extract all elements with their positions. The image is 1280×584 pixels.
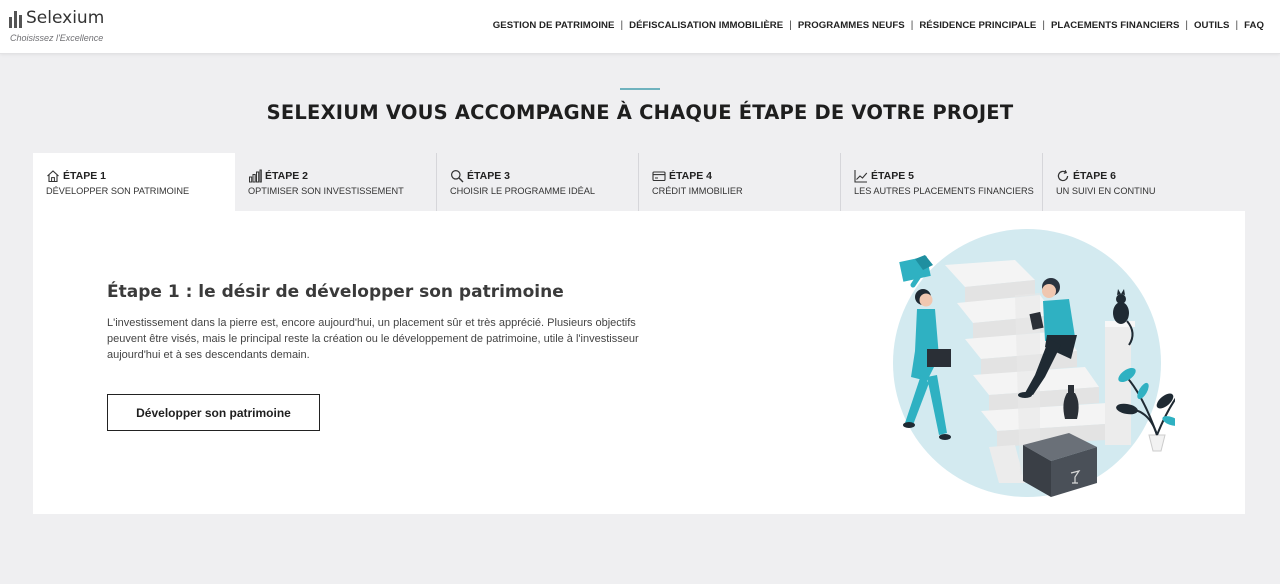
refresh-icon	[1057, 169, 1069, 182]
steps-tabs: ÉTAPE 1 DÉVELOPPER SON PATRIMOINE ÉTAPE …	[33, 153, 1245, 213]
tab-subtitle: DÉVELOPPER SON PATRIMOINE	[46, 186, 190, 196]
tab-etape-6[interactable]: ÉTAPE 6 UN SUIVI EN CONTINU	[1043, 153, 1245, 211]
developper-patrimoine-button[interactable]: Développer son patrimoine	[107, 394, 320, 431]
tab-etape-4[interactable]: ÉTAPE 4 CRÉDIT IMMOBILIER	[639, 153, 841, 211]
nav-separator: |	[789, 20, 792, 31]
step-content-panel: Étape 1 : le désir de développer son pat…	[33, 211, 1245, 514]
nav-separator: |	[910, 20, 914, 31]
step-description: L'investissement dans la pierre est, enc…	[107, 317, 639, 361]
tab-step-label: ÉTAPE 5	[871, 170, 914, 182]
tab-subtitle: LES AUTRES PLACEMENTS FINANCIERS	[854, 186, 1034, 196]
brand-name: Selexium	[26, 8, 105, 28]
nav-separator: |	[620, 20, 624, 31]
nav-item-residence-principale[interactable]: RÉSIDENCE PRINCIPALE	[919, 20, 1036, 31]
tab-etape-1[interactable]: ÉTAPE 1 DÉVELOPPER SON PATRIMOINE	[33, 153, 235, 213]
nav-item-defiscalisation[interactable]: DÉFISCALISATION IMMOBILIÈRE	[629, 20, 783, 31]
stairs-illustration	[893, 229, 1175, 497]
nav-item-gestion-patrimoine[interactable]: GESTION DE PATRIMOINE	[493, 20, 615, 31]
step-title: Étape 1 : le désir de développer son pat…	[107, 282, 564, 302]
nav-separator: |	[1185, 20, 1189, 31]
tab-subtitle: OPTIMISER SON INVESTISSEMENT	[248, 186, 404, 196]
nav-item-faq[interactable]: FAQ	[1244, 20, 1264, 31]
tab-subtitle: UN SUIVI EN CONTINU	[1056, 186, 1156, 196]
house-icon	[47, 170, 59, 183]
tab-etape-3[interactable]: ÉTAPE 3 CHOISIR LE PROGRAMME IDÉAL	[437, 153, 639, 211]
main-nav: GESTION DE PATRIMOINE | DÉFISCALISATION …	[493, 20, 1264, 31]
magnifier-icon	[451, 170, 464, 183]
tab-subtitle: CRÉDIT IMMOBILIER	[652, 186, 743, 196]
tab-step-label: ÉTAPE 6	[1073, 170, 1116, 182]
nav-separator: |	[1235, 20, 1239, 31]
section-title: SELEXIUM VOUS ACCOMPAGNE À CHAQUE ÉTAPE …	[266, 101, 1014, 124]
credit-card-icon	[652, 171, 666, 182]
logo-bars-icon	[9, 11, 22, 28]
tab-step-label: ÉTAPE 2	[265, 170, 308, 182]
tab-etape-2[interactable]: ÉTAPE 2 OPTIMISER SON INVESTISSEMENT	[235, 153, 437, 211]
tab-step-label: ÉTAPE 4	[669, 170, 712, 182]
tab-subtitle: CHOISIR LE PROGRAMME IDÉAL	[450, 186, 595, 196]
title-accent-line	[620, 88, 660, 90]
tab-step-label: ÉTAPE 1	[63, 170, 106, 182]
nav-item-outils[interactable]: OUTILS	[1194, 20, 1229, 31]
nav-separator: |	[1042, 20, 1045, 31]
tab-etape-5[interactable]: ÉTAPE 5 LES AUTRES PLACEMENTS FINANCIERS	[841, 153, 1043, 211]
brand-tagline: Choisissez l'Excellence	[10, 33, 104, 43]
line-chart-icon	[854, 170, 868, 183]
nav-item-placements-financiers[interactable]: PLACEMENTS FINANCIERS	[1051, 20, 1179, 31]
bar-chart-icon	[249, 169, 262, 183]
brand-logo[interactable]: Selexium Choisissez l'Excellence	[9, 9, 104, 43]
tab-step-label: ÉTAPE 3	[467, 170, 510, 182]
nav-item-programmes-neufs[interactable]: PROGRAMMES NEUFS	[798, 20, 905, 31]
site-header: Selexium Choisissez l'Excellence GESTION…	[0, 0, 1280, 54]
